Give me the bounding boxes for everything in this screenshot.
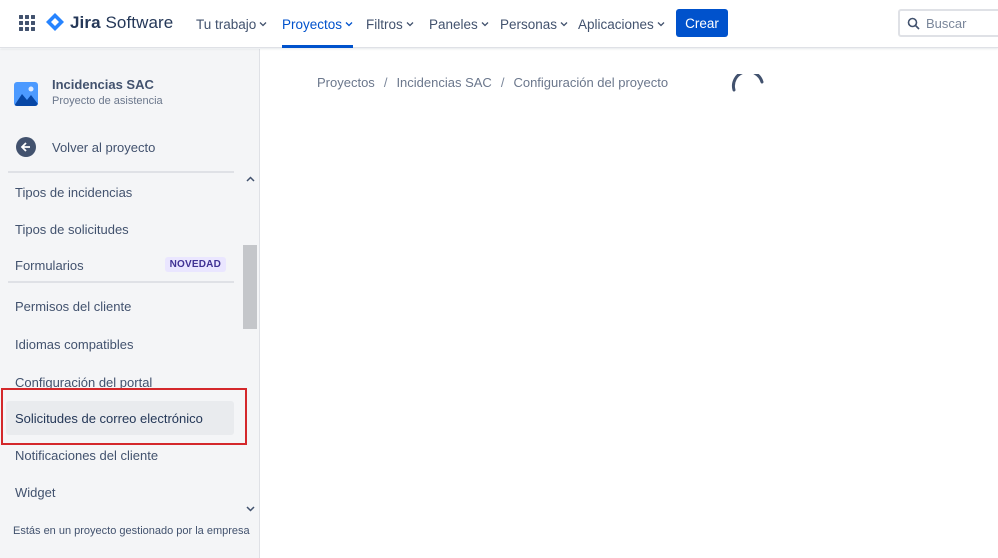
menu-item-label: Idiomas compatibles (15, 336, 134, 352)
chevron-up-icon[interactable] (246, 175, 255, 184)
nav-personas[interactable]: Personas (500, 0, 568, 48)
breadcrumb-separator: / (500, 75, 505, 90)
breadcrumb: Proyectos / Incidencias SAC / Configurac… (317, 75, 668, 90)
new-badge: NOVEDAD (164, 257, 226, 272)
nav-label: Personas (500, 16, 558, 32)
nav-label: Tu trabajo (196, 16, 257, 32)
chevron-down-icon (406, 22, 414, 27)
loading-spinner-icon (731, 74, 764, 92)
nav-proyectos[interactable]: Proyectos (282, 0, 354, 48)
menu-item-label: Notificaciones del cliente (15, 447, 159, 463)
arrow-left-icon (16, 137, 36, 157)
chevron-down-icon (481, 22, 489, 27)
menu-item-formularios[interactable]: Formularios NOVEDAD (6, 248, 234, 282)
project-name: Incidencias SAC (52, 77, 154, 92)
settings-menu: Tipos de incidencias Tipos de solicitude… (0, 173, 242, 517)
app-name: Jira Software (70, 13, 174, 32)
nav-label: Filtros (366, 16, 403, 32)
chevron-down-icon (345, 22, 353, 27)
jira-software-logo[interactable]: Jira Software (46, 12, 173, 34)
app-switcher-icon[interactable] (18, 14, 36, 32)
project-type: Proyecto de asistencia (52, 95, 163, 107)
sidebar-scrollbar[interactable] (242, 173, 258, 517)
menu-item-tipos-solicitudes[interactable]: Tipos de solicitudes (6, 212, 234, 246)
highlight-annotation-box (1, 388, 247, 445)
project-sidebar: Incidencias SAC Proyecto de asistencia V… (0, 49, 260, 558)
scrollbar-thumb[interactable] (243, 245, 257, 329)
nav-label: Paneles (429, 16, 478, 32)
menu-item-label: Widget (15, 484, 56, 500)
project-header[interactable]: Incidencias SAC Proyecto de asistencia (14, 77, 163, 107)
chevron-down-icon (259, 22, 267, 27)
nav-tu-trabajo[interactable]: Tu trabajo (196, 0, 267, 48)
breadcrumb-separator: / (383, 75, 388, 90)
back-to-project-link[interactable]: Volver al proyecto (16, 137, 155, 157)
menu-item-idiomas-compatibles[interactable]: Idiomas compatibles (6, 327, 234, 361)
chevron-down-icon (560, 22, 568, 27)
nav-filtros[interactable]: Filtros (366, 0, 414, 48)
breadcrumb-incidencias-sac[interactable]: Incidencias SAC (396, 75, 491, 90)
jira-logo-icon (46, 13, 64, 31)
menu-item-label: Permisos del cliente (15, 298, 132, 314)
menu-item-label: Tipos de incidencias (15, 184, 133, 200)
breadcrumb-configuracion[interactable]: Configuración del proyecto (513, 75, 668, 90)
divider (8, 281, 234, 283)
search-input[interactable] (926, 15, 996, 31)
nav-paneles[interactable]: Paneles (429, 0, 489, 48)
chevron-down-icon (657, 22, 665, 27)
top-navigation: Jira Software Tu trabajo Proyectos Filtr… (0, 0, 998, 48)
menu-item-permisos-cliente[interactable]: Permisos del cliente (6, 289, 234, 323)
search-icon (907, 17, 920, 30)
back-label: Volver al proyecto (52, 139, 156, 155)
menu-item-label: Tipos de solicitudes (15, 221, 129, 237)
menu-item-tipos-incidencias[interactable]: Tipos de incidencias (6, 175, 234, 209)
project-avatar-icon (14, 82, 38, 106)
menu-item-widget[interactable]: Widget (6, 475, 234, 509)
nav-aplicaciones[interactable]: Aplicaciones (578, 0, 665, 48)
chevron-down-icon[interactable] (246, 504, 255, 513)
nav-label: Proyectos (282, 16, 343, 32)
breadcrumb-proyectos[interactable]: Proyectos (317, 75, 375, 90)
create-button[interactable]: Crear (676, 9, 728, 37)
search-box[interactable] (898, 9, 998, 37)
menu-item-label: Formularios (15, 257, 84, 273)
company-managed-footer: Estás en un proyecto gestionado por la e… (13, 525, 250, 537)
nav-label: Aplicaciones (578, 16, 654, 32)
